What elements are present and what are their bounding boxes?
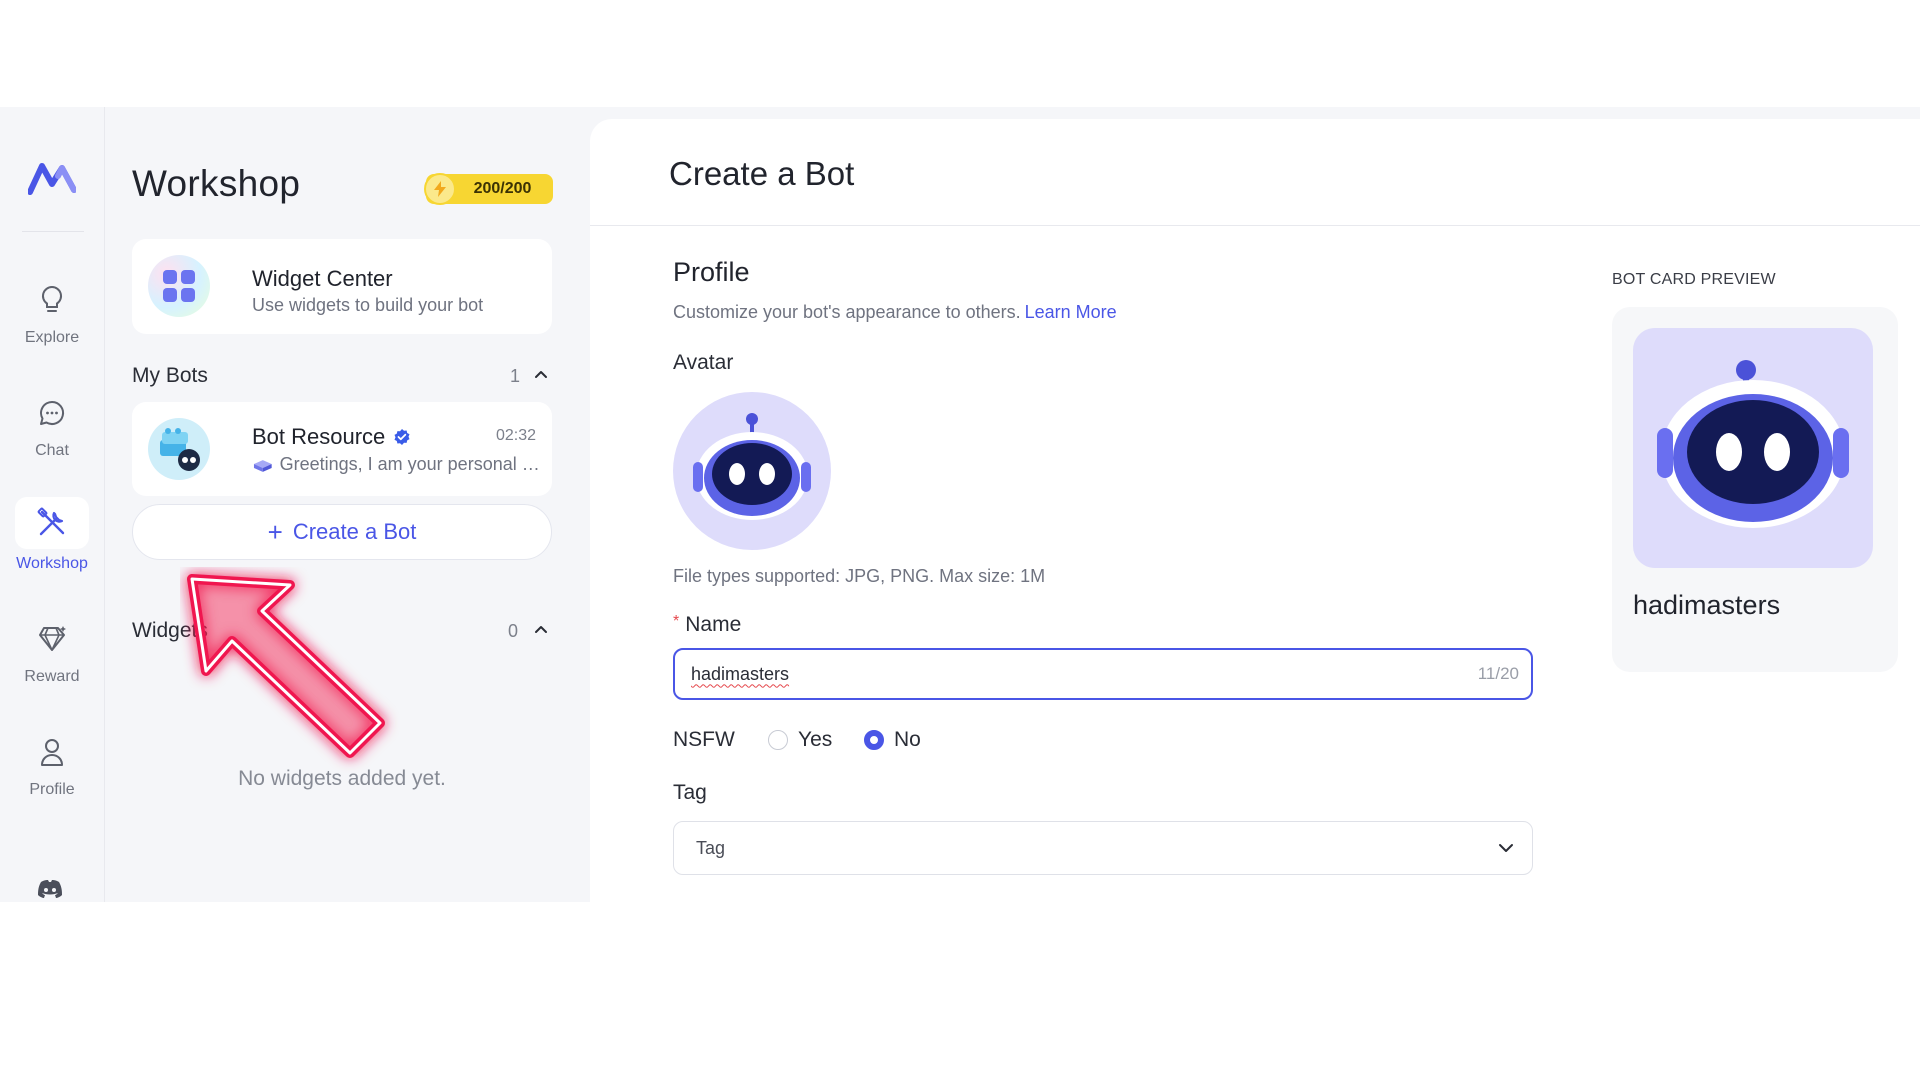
profile-description: Customize your bot's appearance to other…	[673, 302, 1117, 323]
bulb-icon	[31, 279, 73, 321]
nav-item-explore[interactable]: Explore	[10, 279, 94, 369]
name-label: * Name	[673, 613, 741, 637]
my-bots-heading: My Bots	[132, 364, 208, 387]
widgets-heading: Widgets	[132, 619, 208, 642]
no-widgets-message: No widgets added yet.	[238, 767, 446, 790]
chevron-up-icon[interactable]	[534, 369, 548, 379]
tag-label: Tag	[673, 781, 707, 804]
nav-item-reward[interactable]: Reward	[10, 618, 94, 708]
verified-badge-icon	[394, 429, 410, 445]
nsfw-yes-radio[interactable]: Yes	[768, 728, 832, 752]
main-content: Create a Bot Profile Customize your bot'…	[590, 119, 1920, 902]
diamond-icon	[31, 618, 73, 660]
next-field-label	[673, 894, 773, 902]
create-bot-button[interactable]: + Create a Bot	[132, 504, 552, 560]
widget-center-card[interactable]: Widget Center Use widgets to build your …	[132, 239, 552, 334]
panel-title: Workshop	[132, 163, 301, 204]
discord-icon[interactable]	[37, 879, 63, 899]
bot-avatar	[148, 418, 210, 480]
chevron-up-icon[interactable]	[534, 624, 548, 634]
nav-item-label: Reward	[24, 668, 80, 685]
radio-label: No	[894, 728, 921, 751]
name-input-value: hadimasters	[691, 663, 790, 684]
lightning-icon	[424, 173, 456, 205]
radio-label: Yes	[798, 728, 833, 751]
file-types-hint: File types supported: JPG, PNG. Max size…	[673, 566, 1046, 586]
bot-card-preview: hadimasters	[1612, 307, 1898, 672]
radio-circle	[768, 730, 788, 750]
my-bots-count: 1	[510, 366, 521, 386]
nav-item-label: Chat	[35, 442, 69, 459]
widgets-count: 0	[508, 621, 519, 641]
create-bot-label: Create a Bot	[292, 519, 417, 544]
nav-item-label: Explore	[24, 329, 80, 346]
name-label-text: Name	[685, 613, 742, 636]
bot-card-preview-heading: BOT CARD PREVIEW	[1612, 271, 1776, 288]
radio-circle	[864, 730, 884, 750]
chevron-down-icon	[1499, 844, 1513, 852]
app-frame: Explore Chat Workshop Reward Profile Wor…	[0, 107, 1920, 902]
energy-value: 200/200	[473, 180, 532, 197]
nav-item-label: Workshop	[16, 555, 88, 572]
nav-item-workshop[interactable]: Workshop	[10, 497, 94, 595]
nsfw-no-radio[interactable]: No	[864, 728, 921, 752]
widgets-grid-icon	[148, 255, 210, 317]
nav-item-profile[interactable]: Profile	[10, 731, 94, 821]
tag-select[interactable]: Tag	[673, 821, 1533, 875]
bot-last-message: Greetings, I am your personal b...	[279, 454, 542, 474]
name-char-counter: 11/20	[1477, 664, 1519, 683]
learn-more-link[interactable]: Learn More	[1025, 302, 1117, 322]
tag-select-placeholder: Tag	[696, 837, 726, 858]
avatar-upload[interactable]	[673, 392, 831, 550]
widget-center-subtitle: Use widgets to build your bot	[252, 295, 484, 315]
required-marker: *	[673, 613, 680, 630]
plus-icon: +	[267, 517, 283, 547]
brick-icon	[253, 459, 272, 472]
tools-icon	[15, 497, 89, 549]
bot-name: Bot Resource	[252, 424, 386, 449]
person-icon	[31, 731, 73, 773]
page-title: Create a Bot	[669, 155, 855, 192]
profile-heading: Profile	[673, 257, 750, 287]
profile-description-text: Customize your bot's appearance to other…	[673, 302, 1021, 322]
app-logo[interactable]	[28, 162, 76, 196]
rail-divider	[22, 231, 84, 232]
nsfw-label: NSFW	[673, 728, 735, 751]
energy-badge[interactable]: 200/200	[424, 173, 553, 205]
header-divider	[590, 225, 1920, 226]
preview-avatar	[1633, 328, 1873, 568]
bot-list-item[interactable]: Bot Resource 02:32 Greetings, I am your …	[132, 402, 552, 496]
name-input[interactable]: hadimasters 11/20	[673, 648, 1533, 700]
avatar-label: Avatar	[673, 351, 734, 374]
chat-bubble-icon	[31, 392, 73, 434]
workshop-panel: Workshop 200/200 Widget Center Use widge…	[106, 107, 590, 902]
preview-bot-name: hadimasters	[1633, 590, 1781, 620]
bot-last-time: 02:32	[495, 427, 536, 444]
nav-item-label: Profile	[29, 781, 75, 798]
nav-item-chat[interactable]: Chat	[10, 392, 94, 482]
widget-center-title: Widget Center	[252, 266, 393, 291]
nav-rail: Explore Chat Workshop Reward Profile	[0, 107, 105, 902]
